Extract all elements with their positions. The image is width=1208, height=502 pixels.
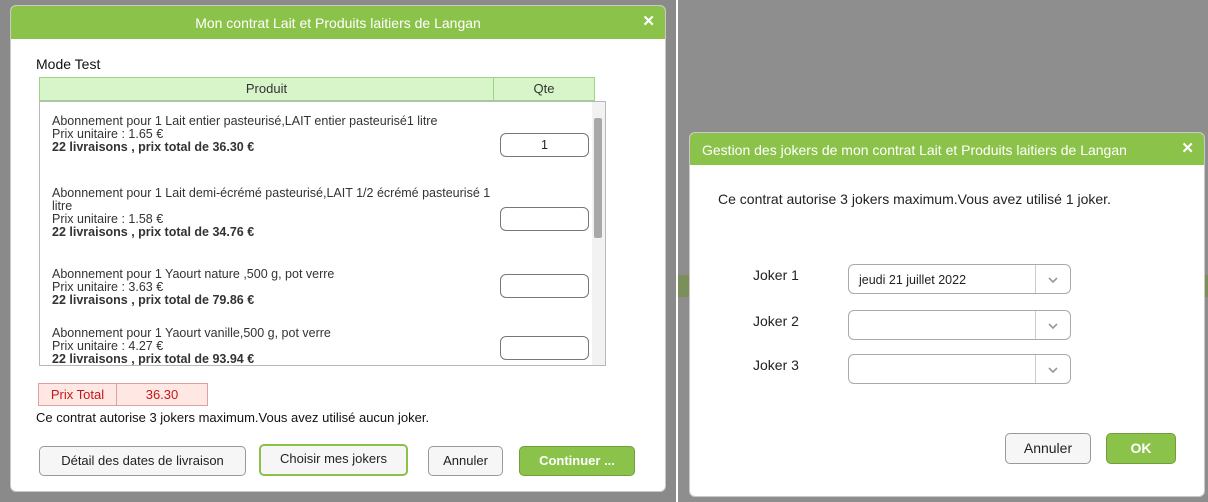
item-total: 22 livraisons , prix total de 79.86 €: [52, 293, 255, 307]
list-item: Abonnement pour 1 Lait demi-écrémé paste…: [52, 187, 502, 239]
products-list[interactable]: Abonnement pour 1 Lait entier pasteurisé…: [39, 101, 606, 366]
jokers-info-text: Ce contrat autorise 3 jokers maximum.Vou…: [36, 410, 430, 425]
quantity-input[interactable]: [500, 274, 589, 298]
list-item: Abonnement pour 1 Yaourt vanille,500 g, …: [52, 327, 502, 366]
item-total: 22 livraisons , prix total de 93.94 €: [52, 352, 255, 366]
contract-dialog-title: Mon contrat Lait et Produits laitiers de…: [195, 15, 481, 31]
item-total: 22 livraisons , prix total de 34.76 €: [52, 225, 255, 239]
joker-2-select[interactable]: [848, 310, 1071, 340]
close-icon[interactable]: ✕: [642, 12, 655, 30]
scrollbar-thumb[interactable]: [594, 118, 602, 238]
joker-2-label: Joker 2: [753, 313, 799, 329]
chevron-down-icon: [1048, 277, 1058, 284]
jokers-ok-button[interactable]: OK: [1106, 433, 1176, 464]
mode-label: Mode Test: [36, 56, 101, 72]
cancel-button[interactable]: Annuler: [428, 446, 503, 476]
item-total: 22 livraisons , prix total de 36.30 €: [52, 140, 255, 154]
contract-dialog: Mon contrat Lait et Produits laitiers de…: [10, 5, 666, 492]
contract-dialog-titlebar: Mon contrat Lait et Produits laitiers de…: [11, 6, 665, 39]
scrollbar-track[interactable]: [592, 102, 605, 365]
close-icon[interactable]: ✕: [1181, 139, 1194, 157]
screen: Mon contrat Lait et Produits laitiers de…: [0, 0, 1208, 502]
joker-1-label: Joker 1: [753, 267, 799, 283]
column-header-qty: Qte: [533, 81, 555, 96]
item-description: Abonnement pour 1 Lait demi-écrémé paste…: [52, 186, 491, 213]
jokers-cancel-button[interactable]: Annuler: [1005, 433, 1091, 464]
choose-jokers-button[interactable]: Choisir mes jokers: [259, 444, 408, 476]
quantity-input[interactable]: 1: [500, 133, 589, 157]
jokers-dialog-message: Ce contrat autorise 3 jokers maximum.Vou…: [718, 191, 1111, 207]
list-item: Abonnement pour 1 Lait entier pasteurisé…: [52, 115, 502, 154]
chevron-down-icon: [1048, 367, 1058, 374]
list-item: Abonnement pour 1 Yaourt nature ,500 g, …: [52, 268, 502, 307]
products-table-header: Produit Qte: [39, 77, 595, 101]
item-description: Abonnement pour 1 Lait entier pasteurisé…: [52, 114, 438, 128]
total-price-label: Prix Total: [39, 384, 117, 405]
joker-3-select[interactable]: [848, 354, 1071, 384]
delivery-dates-button[interactable]: Détail des dates de livraison: [39, 446, 246, 476]
jokers-dialog-title: Gestion des jokers de mon contrat Lait e…: [702, 142, 1127, 158]
jokers-dialog: Gestion des jokers de mon contrat Lait e…: [689, 132, 1205, 497]
quantity-input[interactable]: [500, 207, 589, 231]
jokers-dialog-titlebar: Gestion des jokers de mon contrat Lait e…: [690, 133, 1204, 165]
item-description: Abonnement pour 1 Yaourt nature ,500 g, …: [52, 267, 335, 281]
joker-1-select[interactable]: jeudi 21 juillet 2022: [848, 264, 1071, 294]
quantity-input[interactable]: [500, 336, 589, 360]
continue-button[interactable]: Continuer ...: [519, 446, 635, 476]
joker-1-value: jeudi 21 juillet 2022: [859, 273, 967, 287]
total-price-value: 36.30: [145, 387, 179, 402]
total-price-box: Prix Total 36.30: [38, 383, 208, 406]
column-header-product: Produit: [40, 78, 494, 100]
item-description: Abonnement pour 1 Yaourt vanille,500 g, …: [52, 326, 331, 340]
chevron-down-icon: [1048, 323, 1058, 330]
joker-3-label: Joker 3: [753, 357, 799, 373]
